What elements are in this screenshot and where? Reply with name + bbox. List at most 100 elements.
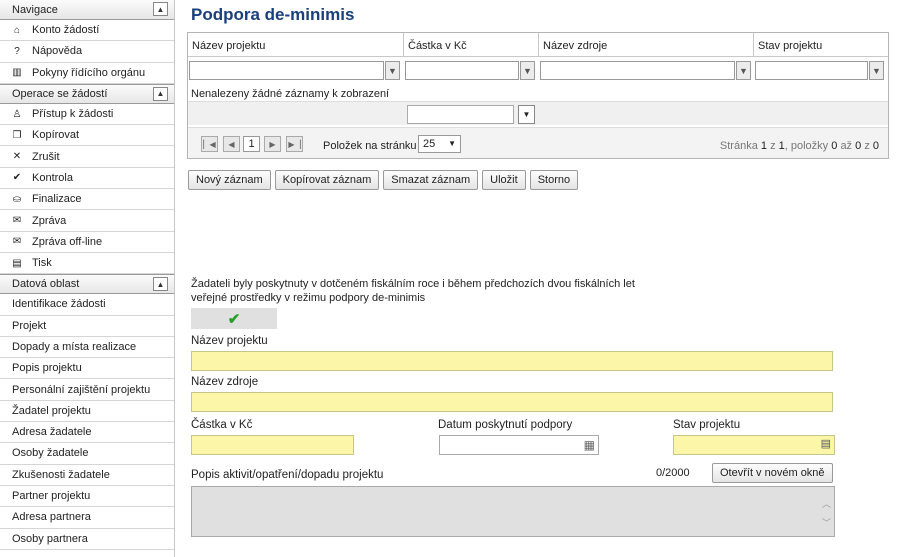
ops-section-header[interactable]: Operace se žádostí ▲ [0, 83, 174, 104]
sidebar-item-ops-6[interactable]: ✉ Zpráva off-line [0, 232, 174, 253]
project-name-field[interactable] [191, 351, 833, 371]
column-header-project-name[interactable]: Název projektu [188, 33, 404, 57]
de-minimis-checkbox[interactable]: ✔ [191, 308, 277, 329]
filter-icon[interactable]: ▼ [869, 61, 884, 80]
book-icon: ▥ [12, 67, 22, 79]
collapse-icon[interactable]: ▲ [153, 277, 168, 292]
chevron-down-icon[interactable]: ﹀ [822, 518, 831, 528]
per-page-select[interactable]: 25 ▼ [418, 135, 461, 153]
mail-offline-icon: ✉ [12, 236, 22, 248]
state-label: Stav projektu [673, 419, 741, 431]
grid-header: Název projektu Částka v Kč Název zdroje … [188, 33, 888, 57]
pager-info-total: 0 [872, 140, 879, 152]
sidebar-item-label: Zpráva off-line [32, 235, 103, 248]
per-page-value: 25 [423, 138, 436, 150]
first-page-icon[interactable]: ▏◀ [201, 136, 218, 152]
toolbar: Nový záznam Kopírovat záznam Smazat zázn… [188, 170, 579, 190]
sidebar-item-data-7[interactable]: Osoby žadatele [0, 443, 174, 465]
source-name-field[interactable] [191, 392, 833, 412]
sidebar-item-ops-5[interactable]: ✉ Zpráva [0, 210, 174, 232]
calendar-icon[interactable]: ▦ [584, 438, 595, 452]
column-header-source-name[interactable]: Název zdroje [539, 33, 754, 57]
open-new-window-button[interactable]: Otevřít v novém okně [712, 463, 833, 483]
current-page-input[interactable]: 1 [243, 136, 260, 152]
filter-source-name-input[interactable] [540, 61, 735, 80]
sidebar: Navigace ▲ ⌂ Konto žádostí ? Nápověda ▥ Pokyn… [0, 0, 175, 557]
sidebar-item-data-10[interactable]: Adresa partnera [0, 507, 174, 529]
sidebar-item-data-3[interactable]: Popis projektu [0, 358, 174, 380]
filter-icon[interactable]: ▼ [520, 61, 535, 80]
sidebar-item-nav-2[interactable]: ▥ Pokyny řídícího orgánu [0, 63, 174, 84]
lock-icon: ⛀ [12, 193, 22, 205]
sidebar-item-label: Finalizace [32, 193, 82, 206]
sidebar-item-ops-7[interactable]: ▤ Tisk [0, 253, 174, 275]
collapse-icon[interactable]: ▲ [153, 2, 168, 16]
amount-field[interactable] [191, 435, 354, 455]
grid-edit-row [188, 101, 888, 125]
nav-section-header[interactable]: Navigace ▲ [0, 0, 174, 20]
filter-icon[interactable]: ▼ [385, 61, 400, 80]
nav-section-title: Navigace [12, 3, 58, 16]
pager-info-of2: z [864, 140, 870, 152]
pager-info-prefix: Stránka [719, 140, 758, 152]
sidebar-item-ops-3[interactable]: ✔ Kontrola [0, 168, 174, 190]
copy-record-button[interactable]: Kopírovat záznam [274, 170, 380, 190]
filter-project-name-input[interactable] [189, 61, 384, 80]
pager-info: Stránka 1 z 1, položky 0 až 0 z 0 [720, 140, 879, 152]
new-record-button[interactable]: Nový záznam [188, 170, 271, 190]
sidebar-item-label: Přístup k žádosti [32, 108, 114, 121]
sidebar-item-data-9[interactable]: Partner projektu [0, 486, 174, 508]
print-icon: ▤ [12, 257, 22, 269]
filter-state-input[interactable] [755, 61, 868, 80]
project-name-label: Název projektu [191, 335, 268, 347]
sidebar-item-data-4[interactable]: Personální zajištění projektu [0, 379, 174, 401]
column-header-state[interactable]: Stav projektu [754, 33, 888, 57]
source-name-label: Název zdroje [191, 376, 259, 388]
char-counter: 0/2000 [656, 467, 690, 479]
sidebar-item-label: Zpráva [32, 214, 67, 227]
sidebar-item-data-6[interactable]: Adresa žadatele [0, 422, 174, 444]
mail-icon: ✉ [12, 215, 22, 227]
sidebar-item-data-0[interactable]: Identifikace žádosti [0, 294, 174, 316]
per-page-label: Položek na stránku [323, 140, 417, 152]
sidebar-item-ops-1[interactable]: ❐ Kopírovat [0, 125, 174, 147]
pager-info-of: z [770, 140, 776, 152]
sidebar-item-ops-2[interactable]: ✕ Zrušit [0, 146, 174, 168]
sidebar-item-label: Zrušit [32, 150, 60, 163]
sidebar-item-data-5[interactable]: Žadatel projektu [0, 401, 174, 423]
sidebar-item-label: Pokyny řídícího orgánu [32, 66, 146, 79]
column-header-amount[interactable]: Částka v Kč [404, 33, 539, 57]
sidebar-item-ops-0[interactable]: ♙ Přístup k žádosti [0, 104, 174, 126]
collapse-icon[interactable]: ▲ [153, 86, 168, 101]
grid-row-select[interactable] [407, 105, 514, 124]
description-textarea[interactable]: ︿ ﹀ [191, 486, 835, 537]
save-button[interactable]: Uložit [482, 170, 526, 190]
chevron-up-icon[interactable]: ︿ [822, 499, 831, 509]
filter-icon[interactable]: ▼ [736, 61, 751, 80]
scrollbar[interactable]: ︿ ﹀ [822, 495, 831, 533]
dropdown-arrow-icon[interactable]: ▼ [518, 105, 535, 124]
sidebar-item-data-2[interactable]: Dopady a místa realizace [0, 337, 174, 359]
filter-amount-input[interactable] [405, 61, 519, 80]
empty-message: Nenalezeny žádné záznamy k zobrazení [191, 88, 390, 100]
sidebar-item-nav-1[interactable]: ? Nápověda [0, 41, 174, 63]
date-field[interactable]: ▦ [439, 435, 599, 455]
cancel-button[interactable]: Storno [529, 170, 579, 190]
data-section-header[interactable]: Datová oblast ▲ [0, 274, 174, 295]
pager-info-to: 0 [855, 140, 862, 152]
sidebar-item-data-11[interactable]: Osoby partnera [0, 529, 174, 550]
sidebar-item-ops-4[interactable]: ⛀ Finalizace [0, 189, 174, 211]
sidebar-item-label: Konto žádostí [32, 24, 100, 37]
home-icon: ⌂ [13, 24, 21, 36]
sidebar-item-data-8[interactable]: Zkušenosti žadatele [0, 465, 174, 486]
state-field[interactable]: ▤ [673, 435, 835, 455]
prev-page-icon[interactable]: ◀ [223, 136, 240, 152]
chevron-down-icon: ▼ [448, 139, 456, 148]
last-page-icon[interactable]: ▶▕ [286, 136, 303, 152]
sidebar-item-data-1[interactable]: Projekt [0, 316, 174, 337]
delete-record-button[interactable]: Smazat záznam [383, 170, 479, 190]
next-page-icon[interactable]: ▶ [264, 136, 281, 152]
sidebar-item-nav-0[interactable]: ⌂ Konto žádostí [0, 20, 174, 42]
sidebar-item-label: Kopírovat [32, 129, 80, 142]
list-icon[interactable]: ▤ [821, 437, 831, 450]
